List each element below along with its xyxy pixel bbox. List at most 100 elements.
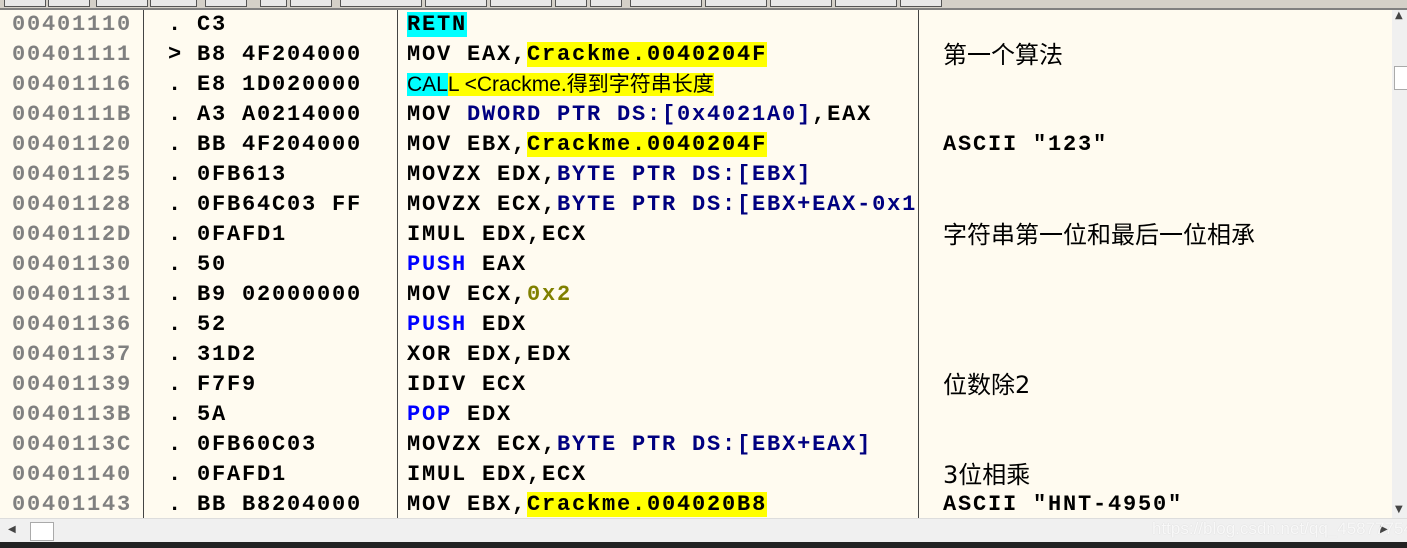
disasm-row[interactable]: 00401130. 50 PUSH EAX xyxy=(0,250,1392,280)
column-header-segment[interactable] xyxy=(490,0,552,7)
disasm-row[interactable]: 00401111 > B8 4F204000 MOV EAX,Crackme.0040… xyxy=(0,40,1392,70)
column-header-segment[interactable] xyxy=(900,0,942,7)
disasm-row[interactable]: 00401140. 0FAFD1 IMUL EDX,ECX 3位相乘 xyxy=(0,460,1392,490)
scroll-down-icon[interactable]: ▼ xyxy=(1395,504,1403,515)
column-header-segment[interactable] xyxy=(4,0,46,7)
column-header-segment[interactable] xyxy=(705,0,767,7)
vertical-scrollbar[interactable]: ▲ ▼ xyxy=(1392,10,1407,518)
jump-marker: . xyxy=(168,312,184,337)
disasm-row[interactable]: 00401139. F7F9 IDIV ECX 位数除2 xyxy=(0,370,1392,400)
column-header-segment[interactable] xyxy=(835,0,897,7)
jump-marker: . xyxy=(168,282,184,307)
disasm-token: EAX xyxy=(467,252,528,277)
disassembly: MOV EBX,Crackme.004020B8 xyxy=(407,490,917,518)
column-header-segment[interactable] xyxy=(425,0,487,7)
column-header-segment[interactable] xyxy=(150,0,197,7)
disasm-row[interactable]: 00401125. 0FB613 MOVZX EDX,BYTE PTR DS:[EB… xyxy=(0,160,1392,190)
column-header-segment[interactable] xyxy=(340,0,422,7)
disasm-row[interactable]: 00401120. BB 4F204000 MOV EBX,Crackme.0040… xyxy=(0,130,1392,160)
disasm-token: IMUL EDX,ECX xyxy=(407,222,588,247)
column-header-segment[interactable] xyxy=(590,0,622,7)
jump-marker: . xyxy=(168,132,184,157)
comment: 3位相乘 xyxy=(943,461,1031,489)
disasm-token: MOV xyxy=(407,102,468,127)
hex-bytes: C3 xyxy=(197,12,228,37)
address: 0040113C xyxy=(12,432,133,457)
disasm-row[interactable]: 0040111B. A3 A0214000 MOV DWORD PTR DS:[0x… xyxy=(0,100,1392,130)
column-header-segment[interactable] xyxy=(260,0,287,7)
hex-bytes: 0FB60C03 xyxy=(197,432,318,457)
disasm-row[interactable]: 00401116. E8 1D020000 CALL <Crackme.得到字符串长… xyxy=(0,70,1392,100)
hex-bytes: 31D2 xyxy=(197,342,258,367)
disasm-token: ,EAX xyxy=(812,102,873,127)
disasm-token: POP xyxy=(407,402,453,427)
disasm-row[interactable]: 0040113C. 0FB60C03 MOVZX ECX,BYTE PTR DS:[… xyxy=(0,430,1392,460)
jump-marker: . xyxy=(168,492,184,517)
hex-bytes: B8 4F204000 xyxy=(197,42,363,67)
column-header-segment[interactable] xyxy=(290,0,332,7)
disasm-row[interactable]: 00401128. 0FB64C03 FF MOVZX ECX,BYTE PTR D… xyxy=(0,190,1392,220)
hex-bytes: E8 1D020000 xyxy=(197,72,363,97)
disasm-row[interactable]: 00401136. 52 PUSH EDX xyxy=(0,310,1392,340)
column-header-segment[interactable] xyxy=(96,0,148,7)
disassembly: MOV DWORD PTR DS:[0x4021A0],EAX xyxy=(407,100,917,130)
hex-bytes: 52 xyxy=(197,312,228,337)
jump-marker: . xyxy=(168,372,184,397)
disassembly: CALL <Crackme.得到字符串长度 xyxy=(407,70,917,101)
column-header-segment[interactable] xyxy=(205,0,247,7)
column-divider[interactable] xyxy=(397,10,398,518)
address: 00401131 xyxy=(12,282,133,307)
horizontal-scroll-thumb[interactable] xyxy=(30,522,54,541)
disassembly: MOV EAX,Crackme.0040204F xyxy=(407,40,917,70)
disasm-token: Crackme.0040204F xyxy=(527,132,768,157)
disasm-token: PUSH xyxy=(407,312,468,337)
hex-bytes: 50 xyxy=(197,252,228,277)
column-header-segment[interactable] xyxy=(630,0,702,7)
column-header-segment[interactable] xyxy=(555,0,587,7)
hex-bytes: 0FAFD1 xyxy=(197,462,288,487)
disasm-row[interactable]: 00401137. 31D2 XOR EDX,EDX xyxy=(0,340,1392,370)
comment: 第一个算法 xyxy=(943,41,1063,69)
disasm-token: 0x2 xyxy=(527,282,573,307)
hex-bytes: 0FB613 xyxy=(197,162,288,187)
comment: 位数除2 xyxy=(943,371,1031,399)
comment: ASCII "HNT-4950" xyxy=(943,492,1184,517)
jump-marker: . xyxy=(168,72,184,97)
watermark: https://blog.csdn.net/qq_45877754 xyxy=(1152,519,1407,538)
disassembly: PUSH EAX xyxy=(407,250,917,280)
hex-bytes: F7F9 xyxy=(197,372,258,397)
disasm-token: MOV EAX, xyxy=(407,42,528,67)
disasm-row[interactable]: 00401131. B9 02000000 MOV ECX,0x2 xyxy=(0,280,1392,310)
disasm-row[interactable]: 0040112D. 0FAFD1 IMUL EDX,ECX 字符串第一位和最后一位相承 xyxy=(0,220,1392,250)
window-border xyxy=(0,542,1407,548)
disasm-token: BYTE PTR DS:[EBX+EAX] xyxy=(557,432,873,457)
disasm-row[interactable]: 00401143. BB B8204000 MOV EBX,Crackme.0040… xyxy=(0,490,1392,518)
column-divider[interactable] xyxy=(143,10,144,518)
disasm-token: EDX xyxy=(452,402,513,427)
disasm-token: DWORD PTR DS:[0x4021A0] xyxy=(467,102,813,127)
hex-bytes: BB B8204000 xyxy=(197,492,363,517)
scroll-left-icon[interactable]: ◀ xyxy=(8,524,16,535)
disasm-token: BYTE PTR DS:[EBX] xyxy=(557,162,813,187)
disasm-row[interactable]: 0040113B. 5A POP EDX xyxy=(0,400,1392,430)
scroll-up-icon[interactable]: ▲ xyxy=(1395,10,1403,21)
column-header-segment[interactable] xyxy=(770,0,832,7)
address: 00401120 xyxy=(12,132,133,157)
disassembly: IDIV ECX xyxy=(407,370,917,400)
disasm-token: MOV EBX, xyxy=(407,132,528,157)
disasm-row[interactable]: 00401110. C3 RETN xyxy=(0,10,1392,40)
address: 0040111B xyxy=(12,102,133,127)
column-header-bar xyxy=(0,0,1407,10)
address: 00401111 xyxy=(12,42,133,67)
disassembly-pane[interactable]: 00401110. C3 RETN 00401111 > B8 4F204000 MOV E… xyxy=(0,10,1392,518)
disassembly: PUSH EDX xyxy=(407,310,917,340)
hex-bytes: A3 A0214000 xyxy=(197,102,363,127)
address: 00401136 xyxy=(12,312,133,337)
disassembly: MOV EBX,Crackme.0040204F xyxy=(407,130,917,160)
column-divider[interactable] xyxy=(918,10,919,518)
disassembly: MOVZX EDX,BYTE PTR DS:[EBX] xyxy=(407,160,917,190)
column-header-segment[interactable] xyxy=(48,0,90,7)
disassembly: POP EDX xyxy=(407,400,917,430)
vertical-scroll-thumb[interactable] xyxy=(1394,66,1407,90)
hex-bytes: BB 4F204000 xyxy=(197,132,363,157)
